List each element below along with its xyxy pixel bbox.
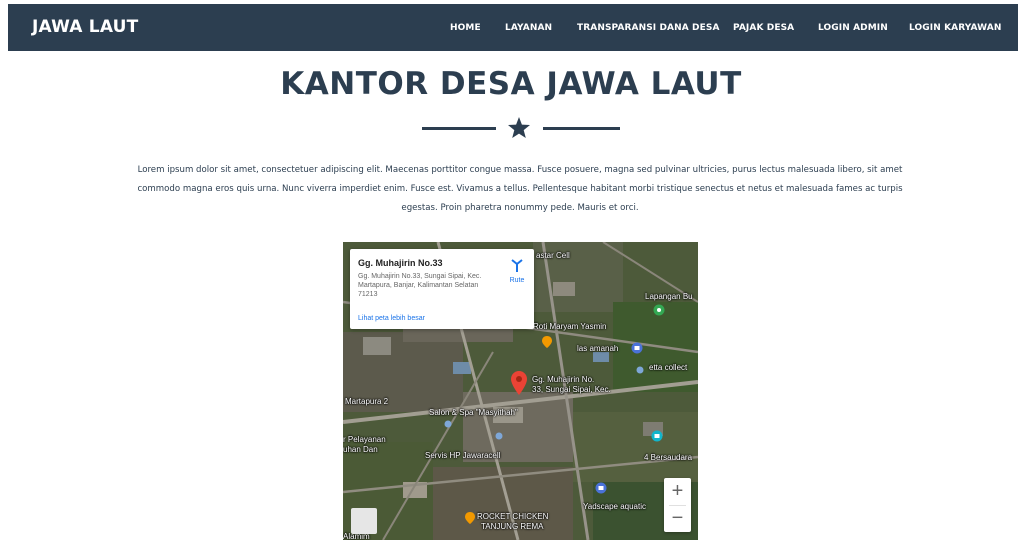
poi-dot-icon[interactable] xyxy=(495,432,503,440)
nav-login-admin[interactable]: LOGIN ADMIN xyxy=(818,23,888,33)
nav-layanan[interactable]: LAYANAN xyxy=(505,23,552,33)
top-navbar: JAWA LAUT HOME LAYANAN TRANSPARANSI DANA… xyxy=(8,4,1018,51)
divider-line-right xyxy=(543,127,620,130)
map-label: ROCKET CHICKEN xyxy=(477,512,549,521)
larger-map-link[interactable]: Lihat peta lebih besar xyxy=(358,315,425,322)
star-icon xyxy=(508,117,530,138)
street-view-pegman-icon[interactable] xyxy=(351,508,377,534)
map-label: 4 Bersaudara xyxy=(644,453,693,462)
page-title: KANTOR DESA JAWA LAUT xyxy=(280,66,742,102)
store-poi-icon[interactable] xyxy=(651,430,663,442)
zoom-controls: + − xyxy=(664,478,691,532)
nav-login-karyawan[interactable]: LOGIN KARYAWAN xyxy=(909,23,1001,33)
zoom-in-button[interactable]: + xyxy=(664,478,691,505)
map-label: astar Cell xyxy=(536,251,570,260)
shop-poi-icon[interactable] xyxy=(631,342,643,354)
place-title: Gg. Muhajirin No.33 xyxy=(358,258,443,268)
directions-label: Rute xyxy=(509,277,525,284)
map-info-card: Gg. Muhajirin No.33 Gg. Muhajirin No.33,… xyxy=(350,249,534,329)
place-address: Gg. Muhajirin No.33, Sungai Sipai, Kec. … xyxy=(358,273,482,298)
map-label: Yadscape aquatic xyxy=(583,502,647,511)
location-pin-icon[interactable] xyxy=(511,371,527,395)
map-label: Gg. Muhajirin No. xyxy=(532,375,595,384)
brand-logo[interactable]: JAWA LAUT xyxy=(32,17,138,37)
divider-line-left xyxy=(422,127,496,130)
map-label: las amanah xyxy=(577,344,619,353)
food-poi-icon[interactable] xyxy=(542,336,552,348)
zoom-out-button[interactable]: − xyxy=(664,505,691,532)
map-label: etta collect xyxy=(649,363,688,372)
map-label: Servis HP Jawaracell xyxy=(425,451,501,460)
directions-button[interactable]: Rute xyxy=(506,259,528,291)
map-label: Martapura 2 xyxy=(345,397,389,406)
map-label: uhan Dan xyxy=(343,445,378,454)
poi-dot-icon[interactable] xyxy=(444,420,452,428)
map-label: 33, Sungai Sipai, Kec. xyxy=(532,385,611,394)
nav-pajak-desa[interactable]: PAJAK DESA xyxy=(733,23,794,33)
nav-transparansi-dana-desa[interactable]: TRANSPARANSI DANA DESA xyxy=(577,23,720,33)
map-label: TANJUNG REMA xyxy=(481,522,544,531)
map-label: r Pelayanan xyxy=(343,435,386,444)
shop-poi-icon[interactable] xyxy=(595,482,607,494)
map-label: Lapangan Bu xyxy=(645,292,693,301)
directions-icon xyxy=(511,259,523,272)
map-label: Salon & Spa "Masyithah" xyxy=(429,408,518,417)
nav-home[interactable]: HOME xyxy=(450,23,481,33)
park-poi-icon[interactable] xyxy=(653,304,665,316)
poi-dot-icon[interactable] xyxy=(636,366,644,374)
map-embed[interactable]: astar Cell Lapangan Bu Roti Maryam Yasmi… xyxy=(343,242,698,540)
intro-paragraph: Lorem ipsum dolor sit amet, consectetuer… xyxy=(137,165,903,213)
food-poi-icon[interactable] xyxy=(465,512,475,524)
map-label: Roti Maryam Yasmin xyxy=(533,322,607,331)
